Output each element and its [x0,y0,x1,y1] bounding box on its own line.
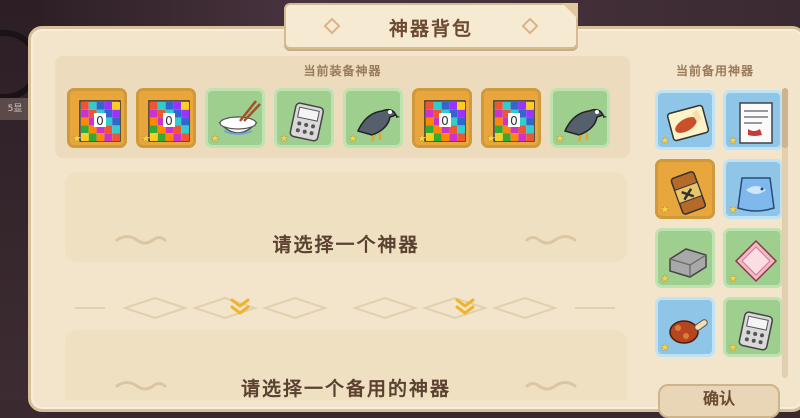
roast-meat-icon [669,319,708,344]
spare-slot[interactable]: ★ [723,90,783,150]
star-icon: ★ [728,134,738,147]
title-tab: 神器背包 [284,3,578,49]
svg-text:0: 0 [510,114,518,128]
pink-cloth-icon [734,239,778,283]
pixel-card-icon: 0 [424,100,466,142]
equipped-slot[interactable]: 0 ★ [136,88,196,148]
select-artifact-card[interactable]: 请选择一个神器 [65,172,627,262]
equipped-label: 当前装备神器 [303,64,382,78]
star-icon: ★ [486,132,496,145]
star-icon: ★ [279,132,289,145]
star-icon: ★ [660,134,670,147]
star-icon: ★ [210,132,220,145]
star-icon: ★ [728,272,738,285]
pixel-card-icon: 0 [493,100,535,142]
star-icon: ★ [660,341,670,354]
spare-scrollbar[interactable] [782,88,788,378]
equipped-slot[interactable]: ★ [550,88,610,148]
equipped-slot[interactable]: ★ [343,88,403,148]
spare-slot[interactable]: ★ [723,159,783,219]
pixel-card-icon: 0 [79,100,121,142]
right-swirl-icon [525,381,577,391]
select-spare-card[interactable]: 请选择一个备用的神器 [65,330,627,400]
spare-label: 当前备用神器 [675,64,754,78]
chevron-down-icon [230,298,250,315]
chevron-down-icon [455,298,475,315]
confirm-button[interactable]: 确认 [658,384,780,418]
equipped-slot[interactable]: 0 ★ [481,88,541,148]
spare-slot[interactable]: ★ [723,297,783,357]
equipped-slot[interactable]: ★ [205,88,265,148]
star-icon: ★ [728,341,738,354]
stone-brick-icon [669,248,707,278]
paper-note-icon [739,102,773,144]
spare-slot[interactable]: ★ [655,90,715,150]
spare-slot[interactable]: ★ [723,228,783,288]
scroll-thumb[interactable] [782,88,788,148]
spare-slot[interactable]: ★ [655,228,715,288]
rice-bowl-icon [218,100,261,135]
pixel-card-icon: 0 [148,100,190,142]
star-icon: ★ [348,132,358,145]
divider-band [75,296,615,320]
spare-slot[interactable]: ★ [655,159,715,219]
equipped-slot[interactable]: 0 ★ [412,88,472,148]
svg-text:0: 0 [165,114,173,128]
equipped-slot[interactable]: ★ [274,88,334,148]
star-icon: ★ [417,132,427,145]
svg-text:0: 0 [441,114,449,128]
pigeon-icon [356,108,400,142]
star-icon: ★ [728,203,738,216]
phone-icon [289,102,325,142]
star-icon: ★ [660,272,670,285]
svg-text:0: 0 [96,114,104,128]
star-icon: ★ [141,132,151,145]
right-swirl-icon [525,235,577,245]
spare-slot[interactable]: ★ [655,297,715,357]
pigeon-icon [563,108,607,142]
star-icon: ★ [72,132,82,145]
blue-fish-bag-icon [737,177,775,212]
star-icon: ★ [660,203,670,216]
equipped-slot[interactable]: 0 ★ [67,88,127,148]
bomb-canister-icon [670,171,707,215]
backdrop-tag: 5显 [0,98,30,120]
phone-icon [738,311,774,351]
meat-scroll-icon [666,104,710,142]
star-icon: ★ [555,132,565,145]
